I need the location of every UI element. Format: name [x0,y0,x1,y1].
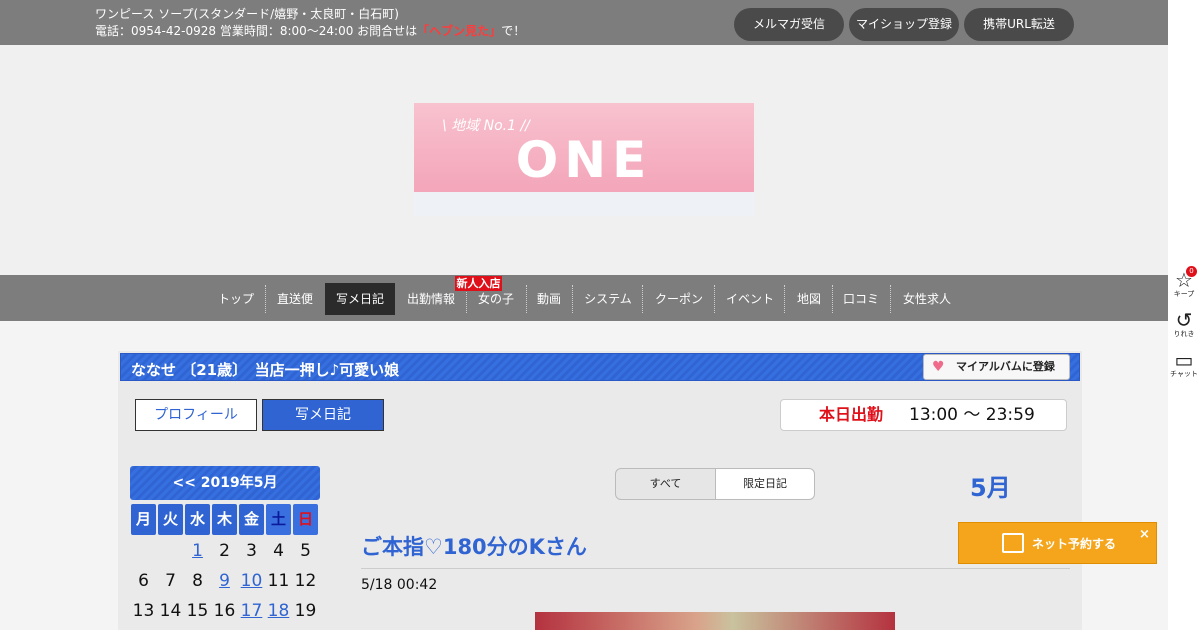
weekday-thu: 木 [212,504,237,535]
calendar-day: 14 [159,601,182,621]
nav-direct[interactable]: 直送便 [270,283,320,315]
calendar-day: 6 [138,571,149,591]
header: \ 地域 No.1 // ONE PEACE [0,45,1168,275]
keep-label: キープ [1173,290,1195,298]
post-divider [361,568,1070,569]
nav-divider [265,285,266,313]
shop-contact: 電話：0954-42-0928 営業時間：8:00～24:00 お問合せは「ヘブ… [95,23,525,40]
nav-top[interactable]: トップ [210,283,262,315]
calendar-day: 5 [300,541,311,561]
chat-label: チャット [1170,370,1198,378]
calendar-day: 3 [246,541,257,561]
logo-wave-decoration [414,192,754,216]
top-bar: ワンピース ソープ(スタンダード/嬉野・太良町・白石町) 電話：0954-42-… [0,0,1168,45]
today-shift-box: 本日出勤 13:00 ～ 23:59 [780,399,1067,431]
tab-profile[interactable]: プロフィール [135,399,257,431]
calendar-day: 8 [192,571,203,591]
calendar-day[interactable]: 9 [212,568,237,594]
heaven-mita-text: 「ヘブン見た」 [417,24,502,38]
profile-title: ななせ 〔21歳〕 当店一押し♪可愛い娘 [131,361,400,379]
side-floating-menu: ☆ キープ ↺ りれき ▭ チャット [1168,0,1200,630]
nav-photo-diary[interactable]: 写メ日記 [325,283,395,315]
shift-label: 本日出勤 [819,405,884,424]
calendar-day: 11 [267,571,290,591]
shop-info: ワンピース ソープ(スタンダード/嬉野・太良町・白石町) 電話：0954-42-… [95,6,525,40]
nav-divider [890,285,891,313]
calendar-day: 15 [186,601,209,621]
contact-text: 電話：0954-42-0928 営業時間：8:00～24:00 お問合せは [95,24,418,38]
nav-divider [784,285,785,313]
nav-reviews[interactable]: 口コミ [838,283,884,315]
calendar-day[interactable]: 18 [266,598,291,624]
calendar-icon [1002,533,1024,553]
calendar-day: 13 [132,601,155,621]
mail-magazine-button[interactable]: メルマガ受信 [734,8,844,41]
weekday-mon: 月 [131,504,156,535]
weekday-wed: 水 [185,504,210,535]
main-nav: トップ 直送便 写メ日記 出勤情報 女の子 動画 システム クーポン イベント … [0,275,1168,321]
album-button-label: マイアルバムに登録 [956,360,1055,373]
diary-post-title[interactable]: ご本指♡180分のKさん [361,531,587,561]
diary-post-date: 5/18 00:42 [361,577,438,593]
nav-map[interactable]: 地図 [790,283,828,315]
reservation-label: ネット予約する [1032,537,1117,551]
net-reservation-banner[interactable]: ネット予約する × [958,522,1157,564]
nav-recruit[interactable]: 女性求人 [896,283,958,315]
keep-count-badge: 0 [1186,266,1197,277]
add-to-album-button[interactable]: ♥ マイアルバムに登録 [923,354,1070,380]
calendar-prev-month-button[interactable]: << 2019年5月 [130,466,320,500]
nav-divider [572,285,573,313]
history-label: りれき [1173,330,1195,338]
nav-divider [832,285,833,313]
calendar-day[interactable]: 1 [185,538,210,564]
calendar-day: 4 [273,541,284,561]
calendar-day[interactable]: 10 [239,568,264,594]
shift-time: 13:00 ～ 23:59 [909,405,1035,425]
chat-icon: ▭ [1174,348,1194,372]
heart-icon: ♥ [932,359,945,375]
nav-event[interactable]: イベント [720,283,780,315]
nav-schedule[interactable]: 出勤情報 [400,283,462,315]
filter-limited-button[interactable]: 限定日記 [715,468,815,500]
filter-all-button[interactable]: すべて [615,468,716,500]
nav-divider [714,285,715,313]
weekday-tue: 火 [158,504,183,535]
history-icon: ↺ [1175,308,1193,332]
calendar-day[interactable]: 17 [239,598,264,624]
current-month-label: 5月 [970,474,1011,502]
nav-video[interactable]: 動画 [530,283,568,315]
weekday-sun: 日 [293,504,318,535]
mobile-url-button[interactable]: 携帯URL転送 [964,8,1074,41]
new-girl-badge: 新人入店 [455,276,502,291]
nav-divider [526,285,527,313]
history-button[interactable]: ↺ りれき [1168,310,1200,339]
shop-name: ワンピース ソープ(スタンダード/嬉野・太良町・白石町) [95,7,399,21]
calendar-day: 2 [219,541,230,561]
weekday-fri: 金 [239,504,264,535]
calendar-day: 16 [213,601,236,621]
chat-button[interactable]: ▭ チャット [1168,350,1200,379]
close-icon[interactable]: × [1139,527,1150,542]
calendar-day: 19 [294,601,317,621]
nav-system[interactable]: システム [578,283,638,315]
contact-suffix: で！ [501,24,526,38]
calendar-day: 12 [294,571,317,591]
nav-coupon[interactable]: クーポン [648,283,710,315]
nav-divider [642,285,643,313]
tab-photo-diary[interactable]: 写メ日記 [262,399,384,431]
shop-logo[interactable]: \ 地域 No.1 // ONE PEACE [414,103,754,216]
weekday-sat: 土 [266,504,291,535]
calendar-day: 7 [165,571,176,591]
diary-post-photo[interactable] [535,612,895,630]
my-shop-register-button[interactable]: マイショップ登録 [849,8,959,41]
